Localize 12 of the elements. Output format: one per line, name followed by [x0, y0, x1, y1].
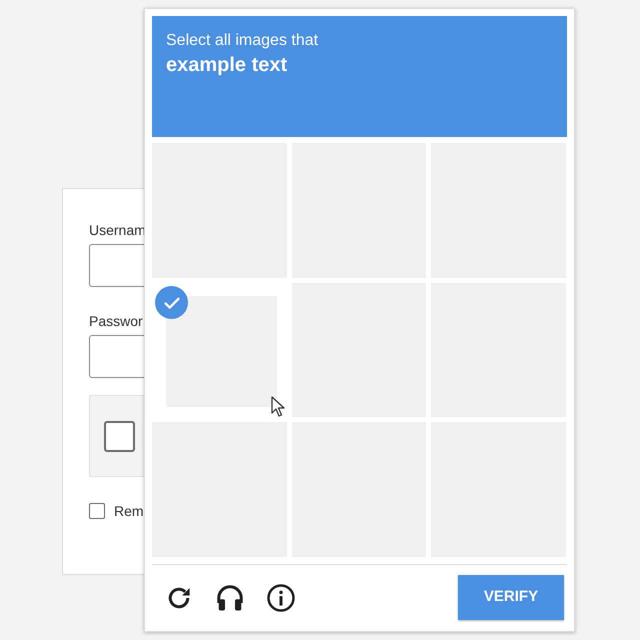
verify-button[interactable]: VERIFY	[458, 575, 564, 620]
headphones-icon[interactable]	[215, 582, 245, 612]
checkbox[interactable]	[104, 420, 135, 452]
checkbox[interactable]	[89, 503, 105, 519]
field-label: Usernam	[89, 221, 146, 239]
target-text: example text	[166, 53, 288, 78]
field-label: Passwor	[89, 312, 143, 330]
instruction-text: Select all images that	[166, 31, 318, 51]
cursor-icon	[271, 396, 285, 417]
info-icon[interactable]	[266, 582, 296, 612]
checkbox-label: Rem	[114, 502, 144, 520]
check-icon	[155, 286, 188, 319]
